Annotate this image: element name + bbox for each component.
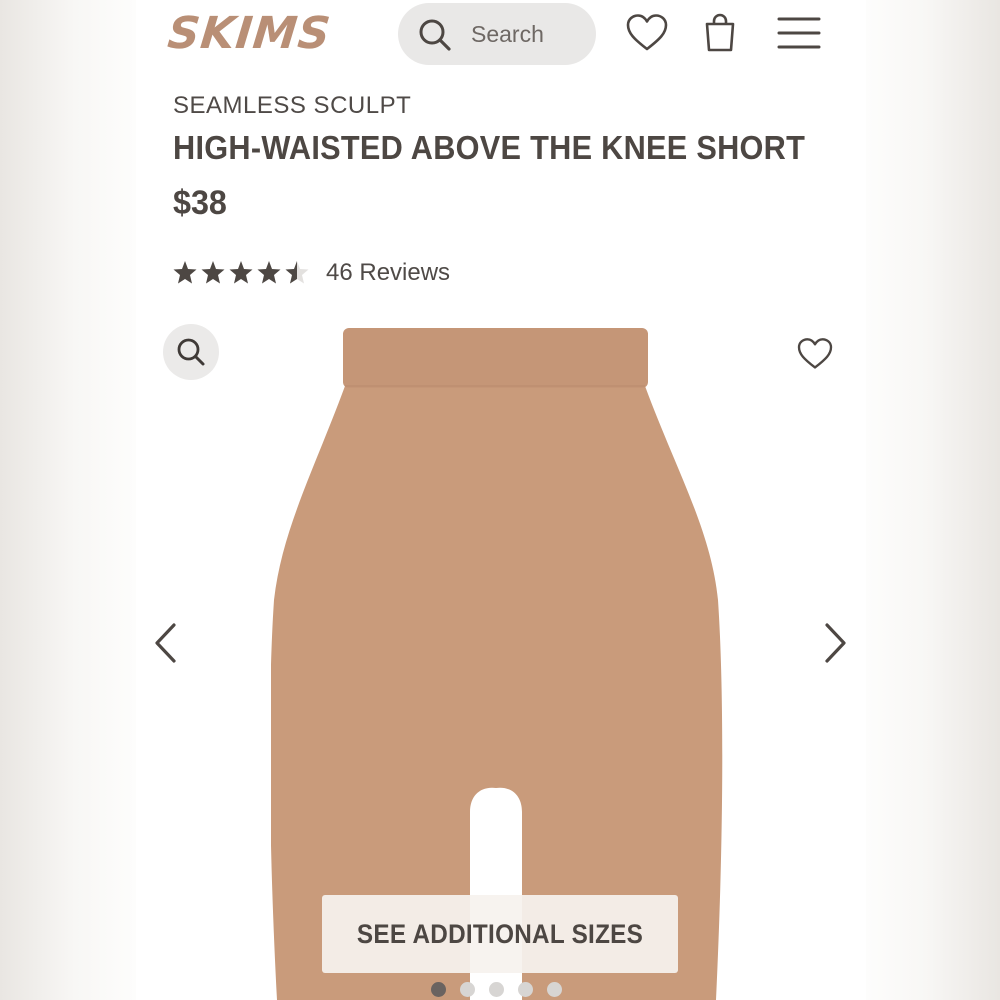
shorts-waistband bbox=[343, 328, 648, 388]
see-additional-sizes-button[interactable]: SEE ADDITIONAL SIZES bbox=[322, 895, 678, 973]
rating-stars[interactable] bbox=[173, 260, 313, 286]
half-star-icon bbox=[285, 261, 309, 284]
heart-icon[interactable] bbox=[626, 14, 668, 52]
carousel-dot-1[interactable] bbox=[431, 982, 446, 997]
search-bar[interactable]: Search bbox=[398, 3, 596, 65]
product-title: HIGH-WAISTED ABOVE THE KNEE SHORT bbox=[173, 129, 806, 166]
phone-screen: SKIMS Search SEAMLESS SCULPT HIGH-WAISTE… bbox=[136, 0, 866, 1000]
star-icon bbox=[201, 261, 225, 284]
product-collection: SEAMLESS SCULPT bbox=[173, 92, 412, 119]
zoom-icon bbox=[177, 338, 205, 366]
search-icon bbox=[419, 19, 451, 51]
skims-logo[interactable]: SKIMS bbox=[165, 6, 357, 62]
see-additional-sizes-label: SEE ADDITIONAL SIZES bbox=[356, 918, 644, 949]
zoom-button[interactable] bbox=[163, 324, 219, 380]
chevron-left-icon[interactable] bbox=[153, 622, 179, 664]
star-icon bbox=[229, 261, 253, 284]
search-placeholder: Search bbox=[471, 21, 544, 47]
carousel-dot-5[interactable] bbox=[547, 982, 562, 997]
carousel-dots bbox=[431, 982, 562, 997]
shopping-bag-icon[interactable] bbox=[703, 12, 737, 54]
carousel-dot-2[interactable] bbox=[460, 982, 475, 997]
star-icon bbox=[257, 261, 281, 284]
reviews-link[interactable]: 46 Reviews bbox=[326, 259, 450, 287]
backdrop-right bbox=[866, 0, 1000, 1000]
carousel-dot-3[interactable] bbox=[489, 982, 504, 997]
hamburger-menu-icon[interactable] bbox=[777, 16, 821, 50]
product-price: $38 bbox=[173, 184, 227, 222]
chevron-right-icon[interactable] bbox=[822, 622, 848, 664]
backdrop-left bbox=[0, 0, 136, 1000]
wishlist-heart-icon[interactable] bbox=[797, 338, 833, 370]
carousel-dot-4[interactable] bbox=[518, 982, 533, 997]
star-icon bbox=[173, 261, 197, 284]
